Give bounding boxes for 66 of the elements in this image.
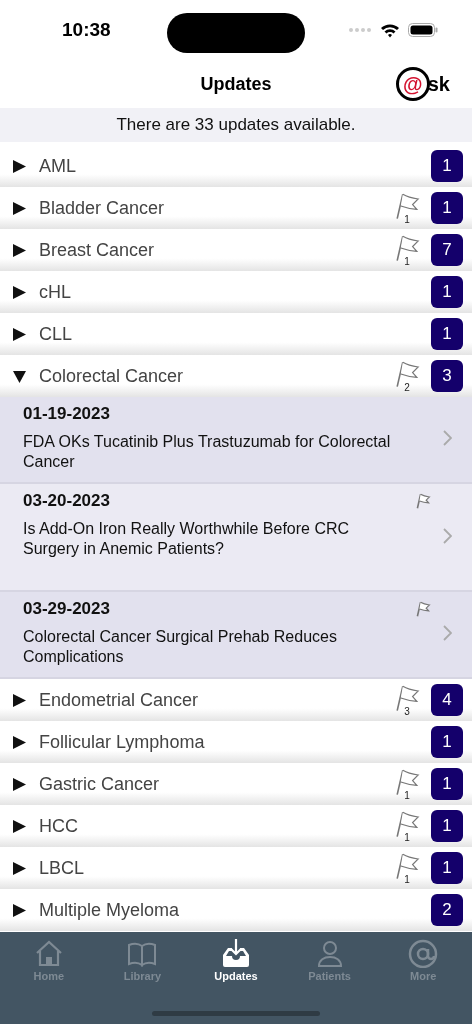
flag-count: 1 xyxy=(404,213,410,225)
expand-triangle-icon xyxy=(12,242,27,258)
flag-count: 1 xyxy=(404,255,410,267)
tab-item[interactable]: Updates xyxy=(189,932,283,984)
category-name: Bladder Cancer xyxy=(39,197,166,219)
category-name: Gastric Cancer xyxy=(39,773,161,795)
article-row[interactable]: 01-19-2023 FDA OKs Tucatinib Plus Trastuzumab for Colorectal Cancer xyxy=(0,397,472,484)
expand-triangle-icon xyxy=(12,818,27,834)
flag-count: 2 xyxy=(404,381,410,393)
logo-text: sk xyxy=(427,72,450,96)
chevron-icon xyxy=(443,527,452,544)
expand-triangle-icon xyxy=(12,776,27,792)
count-badge: 1 xyxy=(431,726,463,758)
at-sign-icon xyxy=(407,938,440,968)
article-row[interactable]: 03-29-2023 Colorectal Cancer Surgical Prehab Reduces Complications xyxy=(0,592,472,679)
article-date: 03-20-2023 xyxy=(23,490,110,512)
inbox-download-icon xyxy=(220,938,252,968)
article-row[interactable]: 03-20-2023 Is Add-On Iron Really Worthwhile Before CRC Surgery in Anemic Patients? xyxy=(0,484,472,592)
count-badge: 1 xyxy=(431,192,463,224)
count-badge: 2 xyxy=(431,894,463,926)
logo-mark: @ xyxy=(395,67,430,101)
article-title: FDA OKs Tucatinib Plus Trastuzumab for Colorectal Cancer xyxy=(23,432,392,472)
signal-icon xyxy=(348,27,372,33)
expand-triangle-icon xyxy=(12,200,27,216)
updates-summary: There are 33 updates available. xyxy=(0,108,472,142)
count-badge: 1 xyxy=(431,810,463,842)
category-name: Follicular Lymphoma xyxy=(39,731,206,753)
status-time: 10:38 xyxy=(62,19,111,41)
article-date: 03-29-2023 xyxy=(23,598,110,620)
flag-count: 3 xyxy=(404,705,410,717)
flag-count: 1 xyxy=(404,831,410,843)
expand-triangle-icon xyxy=(12,326,27,342)
expand-triangle-icon xyxy=(12,284,27,300)
category-name: Endometrial Cancer xyxy=(39,689,200,711)
wifi-icon xyxy=(380,22,400,38)
category-name: Breast Cancer xyxy=(39,239,156,261)
count-badge: 1 xyxy=(431,150,463,182)
screen-title: Updates xyxy=(200,73,272,95)
flag-count: 1 xyxy=(404,873,410,885)
category-name: Colorectal Cancer xyxy=(39,365,185,387)
chevron-icon xyxy=(443,625,452,641)
expand-triangle-icon xyxy=(12,734,27,750)
expand-triangle-icon xyxy=(12,902,27,918)
chevron-icon xyxy=(443,430,452,446)
category-name: AML xyxy=(39,155,77,177)
category-name: cHL xyxy=(39,281,72,303)
count-badge: 3 xyxy=(431,360,463,392)
count-badge: 1 xyxy=(431,318,463,350)
collapse-triangle-icon xyxy=(12,368,27,384)
battery-icon xyxy=(408,23,438,37)
count-badge: 1 xyxy=(431,852,463,884)
count-badge: 1 xyxy=(431,768,463,800)
category-name: CLL xyxy=(39,323,74,345)
expand-triangle-icon xyxy=(12,860,27,876)
count-badge: 7 xyxy=(431,234,463,266)
article-title: Colorectal Cancer Surgical Prehab Reduces Complications xyxy=(23,627,338,667)
article-date: 01-19-2023 xyxy=(23,403,110,425)
count-badge: 1 xyxy=(431,276,463,308)
article-title: Is Add-On Iron Really Worthwhile Before CRC Surgery in Anemic Patients? xyxy=(23,519,351,559)
category-name: HCC xyxy=(39,815,79,837)
expand-triangle-icon xyxy=(12,158,27,174)
expand-triangle-icon xyxy=(12,692,27,708)
category-name: Multiple Myeloma xyxy=(39,899,181,921)
flag-count: 1 xyxy=(404,789,410,801)
category-name: LBCL xyxy=(39,857,86,879)
count-badge: 4 xyxy=(431,684,463,716)
